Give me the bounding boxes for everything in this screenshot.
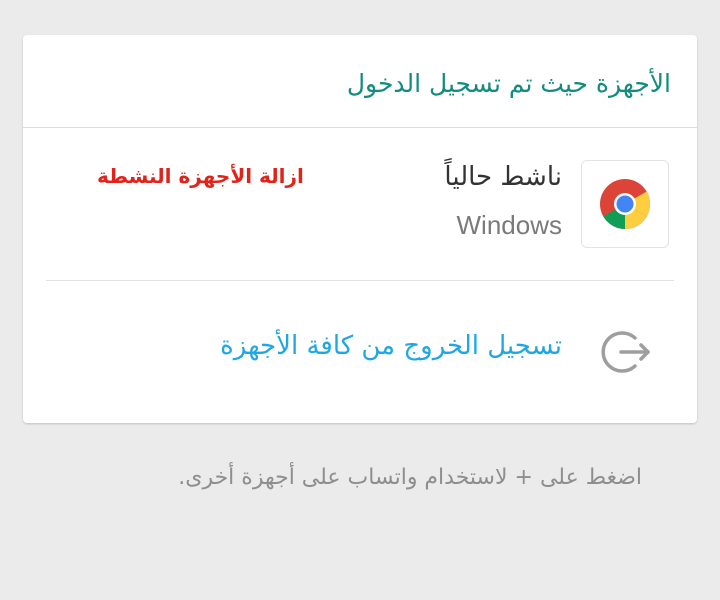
linked-devices-card: الأجهزة حيث تم تسجيل الدخول ناشط حالياً … — [23, 35, 697, 423]
footer-hint: اضغط على + لاستخدام واتساب على أجهزة أخر… — [178, 465, 642, 490]
device-row[interactable]: ناشط حالياً Windows ازالة الأجهزة النشطة — [23, 128, 697, 280]
logout-all-label: تسجيل الخروج من كافة الأجهزة — [220, 331, 562, 361]
device-os: Windows — [456, 210, 562, 240]
chrome-icon — [600, 179, 650, 229]
logout-all-devices-button[interactable]: تسجيل الخروج من كافة الأجهزة — [23, 281, 697, 423]
device-status: ناشط حالياً — [444, 162, 562, 192]
card-title: الأجهزة حيث تم تسجيل الدخول — [346, 69, 671, 98]
logout-icon — [601, 331, 650, 373]
browser-icon-box — [581, 160, 669, 248]
remove-active-devices-note: ازالة الأجهزة النشطة — [97, 164, 304, 188]
